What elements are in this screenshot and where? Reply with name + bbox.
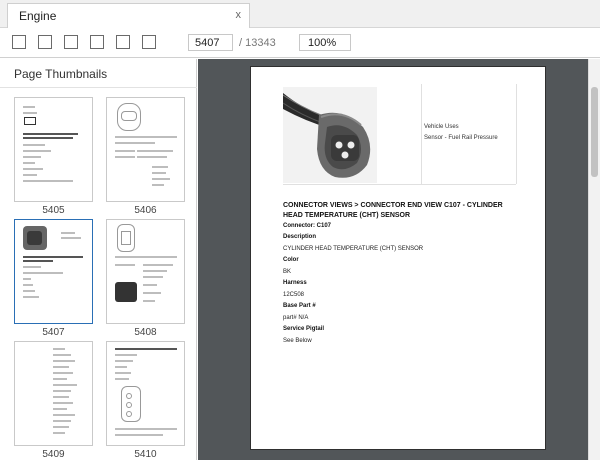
thumbnail-label-5409: 5409 [42, 449, 65, 460]
vehicle-sensor-text: Sensor - Fuel Rail Pressure [424, 135, 498, 141]
service-pigtail-value: See Below [283, 338, 312, 344]
page-number-input[interactable]: 5407 [188, 34, 233, 51]
tab-bar: Engine x [0, 0, 600, 29]
pdf-viewer-window: Engine x 5407 / 13343 100% Page Thumbnai… [0, 0, 600, 460]
base-part-value: part# N/A [283, 315, 309, 321]
description-label: Description [283, 234, 317, 240]
toolbar-button-4[interactable] [90, 35, 104, 49]
thumbnail-sidebar: Page Thumbnails 5405 5406 5407 5408 5409… [0, 59, 197, 460]
thumbnail-5405[interactable] [14, 97, 93, 202]
toolbar: 5407 / 13343 100% [0, 28, 600, 58]
sidebar-title: Page Thumbnails [14, 67, 108, 81]
toolbar-button-1[interactable] [12, 35, 26, 49]
tab-engine[interactable]: Engine x [7, 3, 250, 29]
harness-label: Harness [283, 280, 307, 286]
thumbnail-5406[interactable] [106, 97, 185, 202]
connector-heading: CONNECTOR VIEWS > CONNECTOR END VIEW C10… [283, 202, 503, 219]
harness-value: 12C508 [283, 292, 305, 298]
thumbnail-5408[interactable] [106, 219, 185, 324]
vertical-scrollbar[interactable] [588, 59, 600, 460]
scrollbar-thumb[interactable] [591, 87, 598, 177]
thumbnail-label-5408: 5408 [134, 327, 157, 338]
sidebar-divider [0, 87, 197, 88]
connector-photo [283, 87, 377, 183]
connector-id: Connector: C107 [283, 223, 332, 229]
tab-title: Engine [19, 9, 57, 23]
toolbar-button-2[interactable] [38, 35, 52, 49]
table-divider-vertical [421, 84, 422, 184]
thumbnail-label-5407: 5407 [42, 327, 65, 338]
page-total: / 13343 [239, 37, 276, 49]
toolbar-button-6[interactable] [142, 35, 156, 49]
connector-image-icon [283, 87, 377, 183]
document-viewer[interactable]: Vehicle Uses Sensor - Fuel Rail Pressure… [198, 59, 588, 460]
thumbnail-label-5405: 5405 [42, 205, 65, 216]
service-pigtail-label: Service Pigtail [283, 326, 325, 332]
document-page: Vehicle Uses Sensor - Fuel Rail Pressure… [250, 66, 546, 450]
thumbnail-5407[interactable] [14, 219, 93, 324]
zoom-input[interactable]: 100% [299, 34, 351, 51]
table-divider-right [516, 84, 517, 184]
base-part-label: Base Part # [283, 303, 316, 309]
table-divider-horizontal [283, 184, 516, 185]
description-value: CYLINDER HEAD TEMPERATURE (CHT) SENSOR [283, 246, 424, 252]
color-value: BK [283, 269, 292, 275]
toolbar-button-3[interactable] [64, 35, 78, 49]
tab-close-button[interactable]: x [236, 9, 242, 21]
thumbnail-5409[interactable] [14, 341, 93, 446]
toolbar-button-5[interactable] [116, 35, 130, 49]
thumbnail-5410[interactable] [106, 341, 185, 446]
thumbnail-label-5410: 5410 [134, 449, 157, 460]
color-label: Color [283, 257, 299, 263]
vehicle-uses-label: Vehicle Uses [424, 124, 459, 130]
thumbnail-label-5406: 5406 [134, 205, 157, 216]
